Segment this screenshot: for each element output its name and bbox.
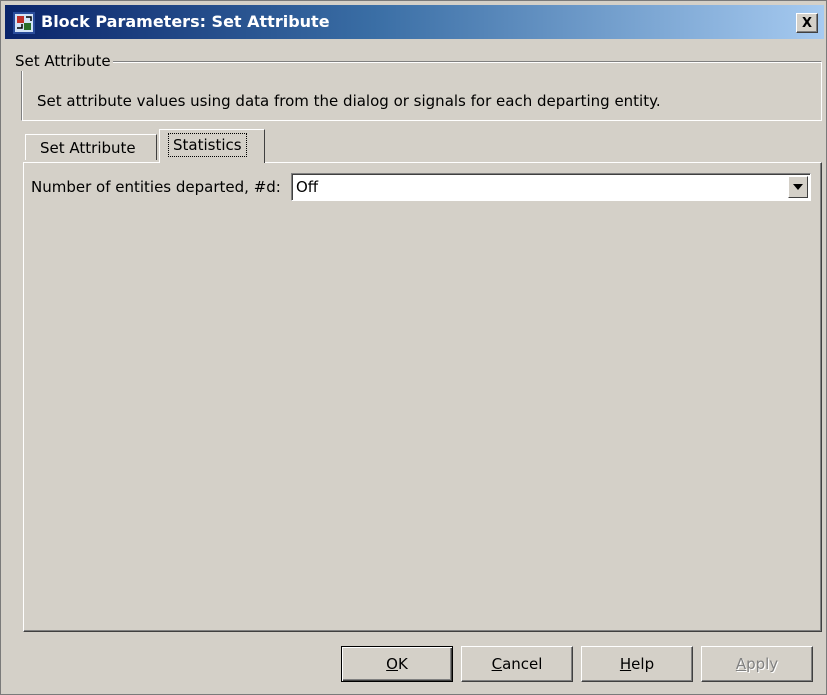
entities-departed-select[interactable]: Off bbox=[291, 173, 811, 201]
entities-departed-value: Off bbox=[296, 178, 319, 196]
ok-accel: O bbox=[386, 655, 398, 673]
tab-statistics[interactable]: Statistics bbox=[159, 129, 265, 163]
simulink-block-icon bbox=[13, 12, 35, 34]
ok-label: K bbox=[397, 655, 408, 673]
apply-button[interactable]: Apply bbox=[701, 646, 813, 682]
dialog-window: Block Parameters: Set Attribute X Set At… bbox=[0, 0, 827, 695]
ok-button[interactable]: OK bbox=[341, 646, 453, 682]
cancel-button[interactable]: Cancel bbox=[461, 646, 573, 682]
apply-accel: A bbox=[735, 655, 747, 673]
statistics-tab-panel bbox=[23, 162, 822, 632]
cancel-accel: C bbox=[491, 655, 503, 673]
block-description: Set attribute values using data from the… bbox=[37, 92, 661, 110]
chevron-down-icon bbox=[793, 184, 803, 190]
window-title: Block Parameters: Set Attribute bbox=[41, 12, 330, 31]
help-accel: H bbox=[619, 655, 632, 673]
entities-departed-label: Number of entities departed, #d: bbox=[31, 178, 281, 196]
tab-set-attribute[interactable]: Set Attribute bbox=[25, 134, 157, 160]
apply-label: pply bbox=[746, 655, 779, 673]
title-bar[interactable]: Block Parameters: Set Attribute X bbox=[5, 5, 824, 39]
help-button[interactable]: Help bbox=[581, 646, 693, 682]
cancel-label: ancel bbox=[502, 655, 543, 673]
help-label: elp bbox=[631, 655, 655, 673]
close-button[interactable]: X bbox=[796, 13, 818, 33]
tab-set-attribute-label: Set Attribute bbox=[40, 139, 136, 157]
description-group-title: Set Attribute bbox=[11, 51, 113, 71]
tab-statistics-label: Statistics bbox=[168, 133, 247, 157]
close-icon: X bbox=[801, 15, 813, 31]
dropdown-arrow-button[interactable] bbox=[788, 176, 808, 198]
